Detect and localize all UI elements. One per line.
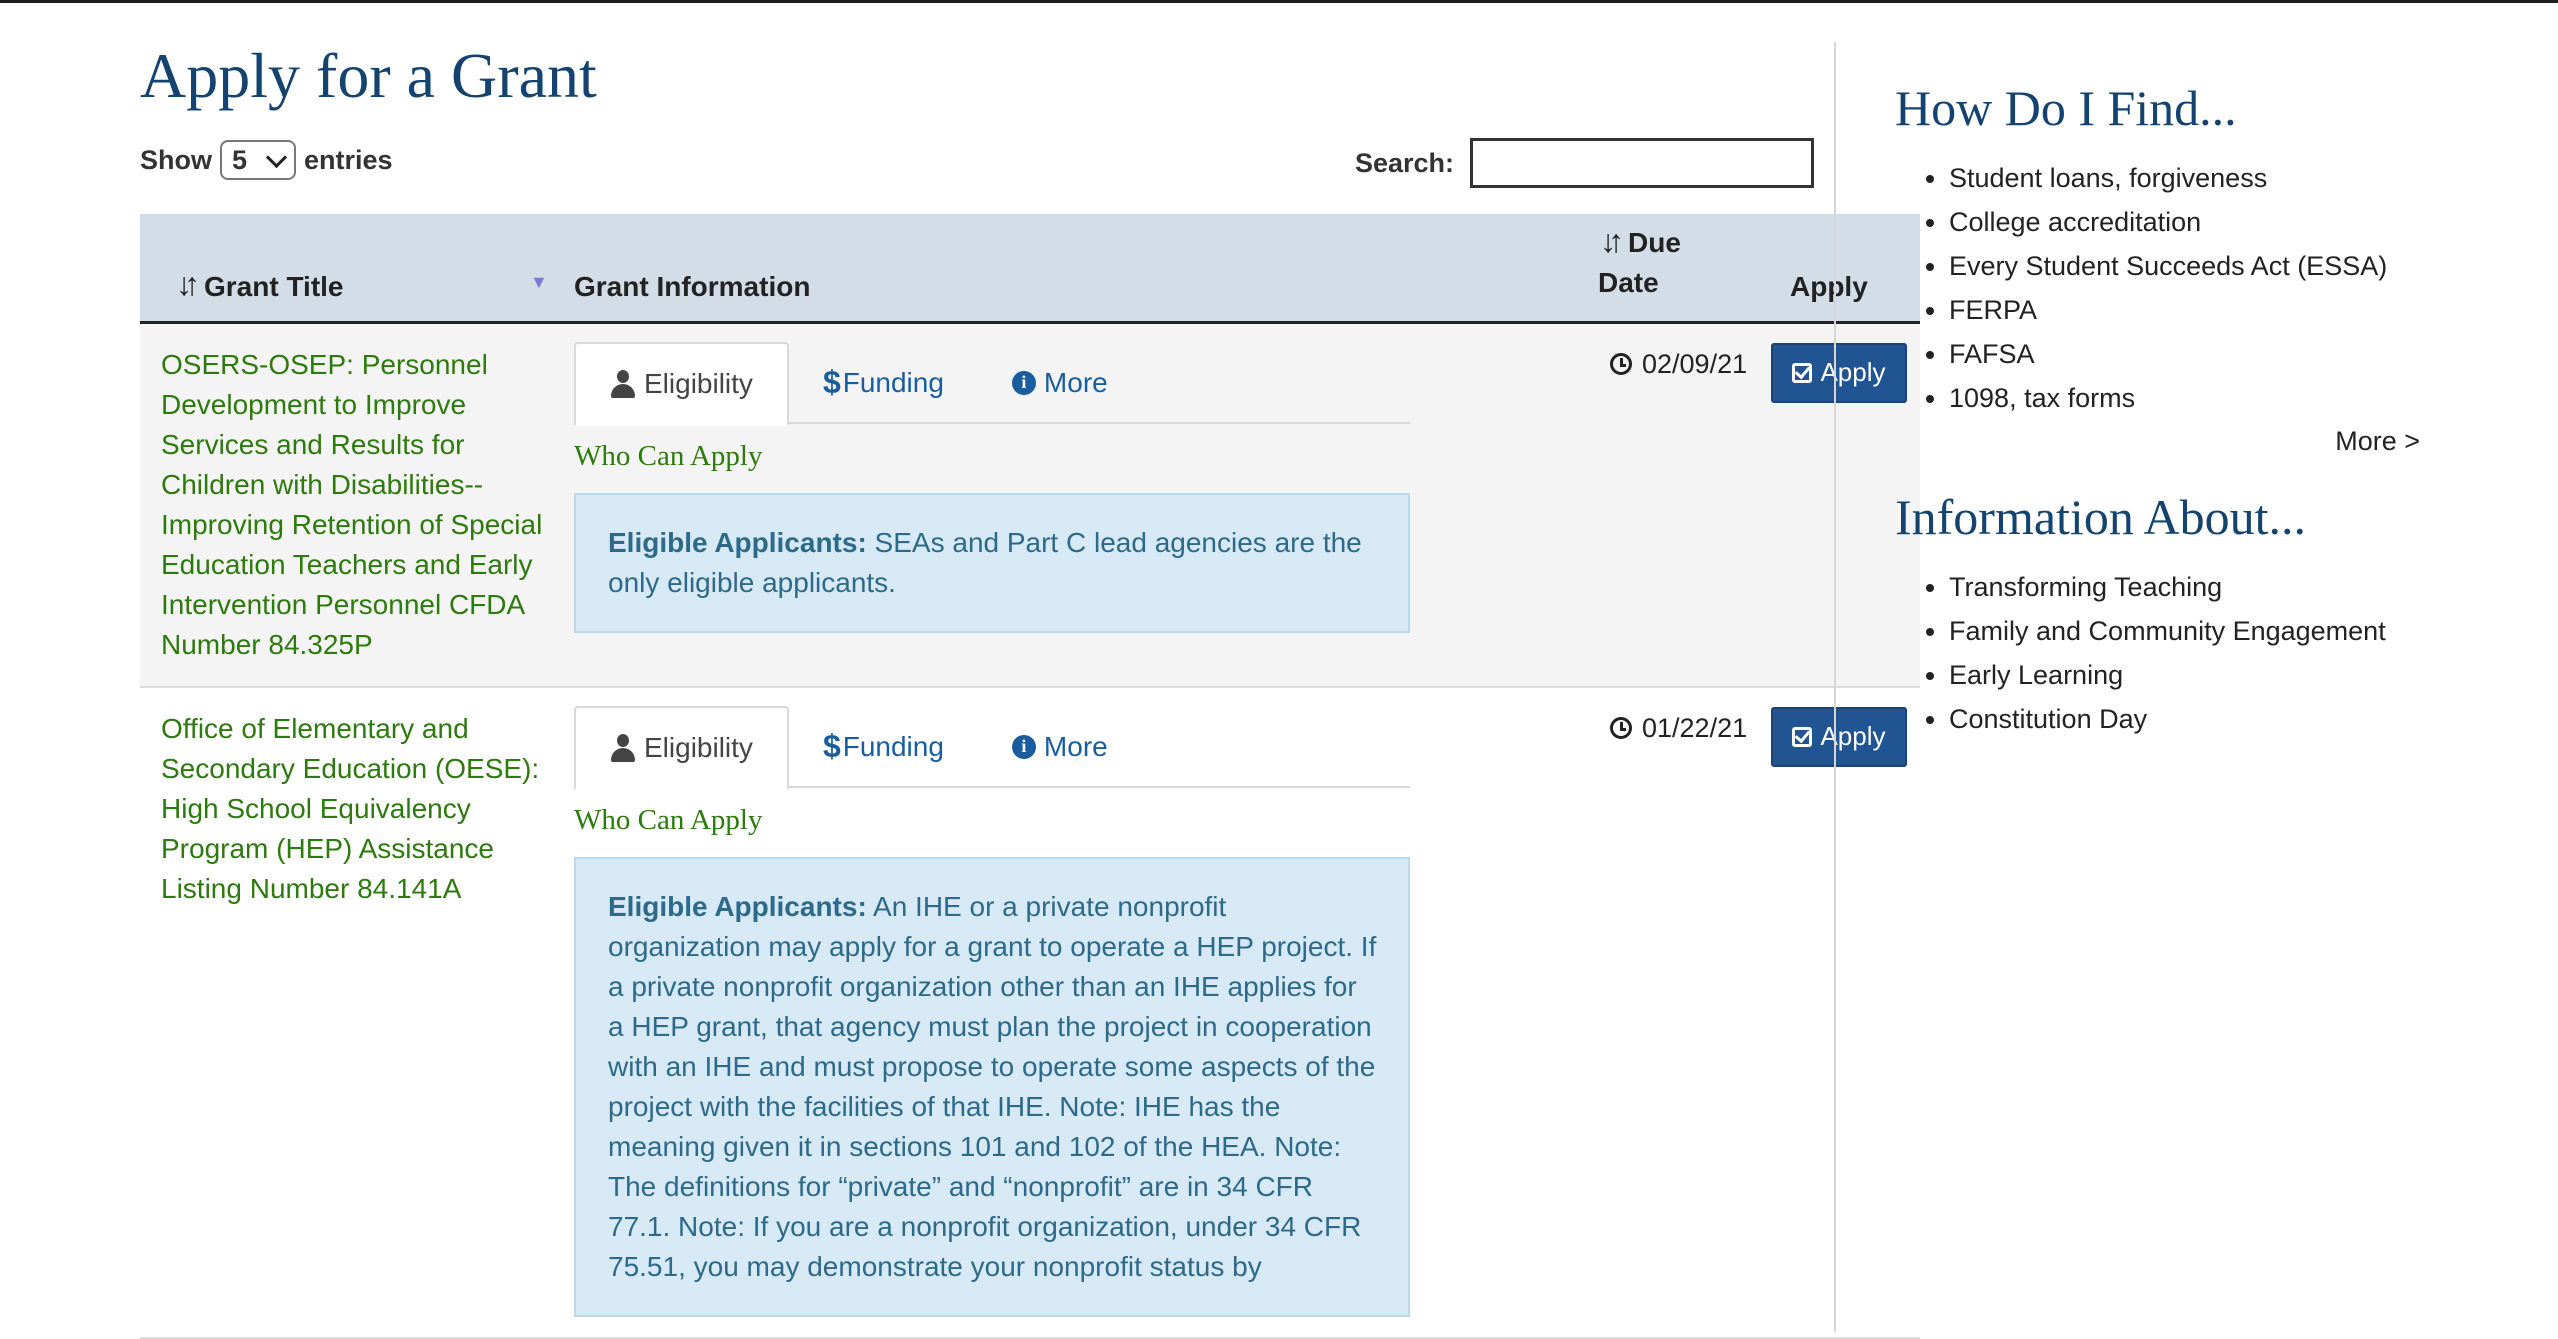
sort-icon: ↓↑ (1600, 222, 1624, 259)
tab-eligibility-label: Eligibility (644, 731, 753, 763)
main-content: Apply for a Grant Show 5 entries Search:… (140, 38, 1920, 1339)
entries-label: entries (304, 144, 393, 175)
find-list: Student loans, forgiveness College accre… (1895, 156, 2435, 420)
sidebar: How Do I Find... Student loans, forgiven… (1895, 78, 2435, 741)
column-header-apply-label: Apply (1790, 270, 1868, 302)
column-header-grant-information: Grant Information (560, 214, 1570, 324)
column-divider (1834, 42, 1836, 1332)
grants-table: ↓↑ Grant Title ▼ Grant Information ↓↑ Du… (140, 214, 1920, 1339)
clock-icon (1610, 353, 1632, 375)
column-header-grant-information-label: Grant Information (574, 270, 811, 302)
due-date: 01/22/21 (1610, 689, 1769, 744)
due-date-value: 01/22/21 (1642, 712, 1748, 743)
apply-button[interactable]: Apply (1771, 706, 1907, 767)
about-list: Transforming Teaching Family and Communi… (1895, 565, 2435, 741)
about-item[interactable]: Early Learning (1949, 653, 2435, 697)
sort-icon: ↓↑ (176, 265, 200, 302)
dollar-icon: $ (822, 364, 841, 400)
tab-more[interactable]: i More (978, 342, 1142, 424)
who-can-apply-heading: Who Can Apply (574, 803, 763, 836)
find-heading: How Do I Find... (1895, 80, 2237, 136)
due-date-value: 02/09/21 (1642, 348, 1748, 379)
table-row: Office of Elementary and Secondary Educa… (140, 686, 1920, 1338)
about-item[interactable]: Constitution Day (1949, 697, 2435, 741)
search-label: Search: (1354, 147, 1454, 178)
who-can-apply-heading: Who Can Apply (574, 439, 763, 472)
tab-eligibility-label: Eligibility (644, 367, 753, 399)
entries-select[interactable]: 5 (220, 140, 296, 180)
tab-more[interactable]: i More (978, 706, 1142, 788)
table-header-row: ↓↑ Grant Title ▼ Grant Information ↓↑ Du… (140, 214, 1920, 324)
more-link[interactable]: More > (1895, 426, 2420, 457)
find-item[interactable]: Every Student Succeeds Act (ESSA) (1949, 244, 2435, 288)
find-item[interactable]: 1098, tax forms (1949, 376, 2435, 420)
search-control: Search: (1355, 138, 1814, 188)
info-icon: i (1011, 734, 1036, 759)
table-controls: Show 5 entries Search: (140, 128, 1814, 214)
tab-funding-label: Funding (842, 366, 944, 398)
due-date: 02/09/21 (1610, 325, 1769, 380)
entries-control: Show 5 entries (140, 140, 393, 180)
dollar-icon: $ (822, 728, 841, 764)
grant-title-link[interactable]: Office of Elementary and Secondary Educa… (141, 689, 559, 929)
info-icon: i (1011, 370, 1036, 395)
page-title: Apply for a Grant (140, 40, 597, 111)
about-item[interactable]: Transforming Teaching (1949, 565, 2435, 609)
check-square-icon (1792, 362, 1813, 383)
about-item[interactable]: Family and Community Engagement (1949, 609, 2435, 653)
clock-icon (1610, 717, 1632, 739)
check-square-icon (1792, 726, 1813, 747)
column-header-grant-title[interactable]: ↓↑ Grant Title ▼ (140, 214, 560, 324)
tab-funding[interactable]: $ Funding (789, 706, 978, 788)
grant-info-tabs: Eligibility $ Funding i More (574, 341, 1410, 426)
eligibility-box: Eligible Applicants: An IHE or a private… (574, 856, 1410, 1317)
tab-funding[interactable]: $ Funding (789, 342, 978, 424)
entries-select-value: 5 (232, 144, 248, 175)
column-header-due-date-line2: Date (1598, 266, 1659, 298)
apply-button-label: Apply (1820, 357, 1886, 387)
user-icon (610, 733, 636, 762)
column-header-due-date[interactable]: ↓↑ Due Date (1570, 214, 1770, 324)
find-item[interactable]: Student loans, forgiveness (1949, 156, 2435, 200)
column-header-due-date-line1: Due (1628, 226, 1681, 258)
tab-funding-label: Funding (842, 730, 944, 762)
show-label: Show (140, 144, 212, 175)
eligible-applicants-label: Eligible Applicants: (608, 526, 867, 558)
chevron-down-icon (265, 146, 288, 168)
grant-info-tabs: Eligibility $ Funding i More (574, 705, 1410, 790)
user-icon (610, 369, 636, 398)
eligibility-box: Eligible Applicants: SEAs and Part C lea… (574, 492, 1410, 633)
tab-eligibility[interactable]: Eligibility (574, 705, 789, 790)
tab-more-label: More (1043, 366, 1108, 398)
find-item[interactable]: FERPA (1949, 288, 2435, 332)
apply-button-label: Apply (1820, 721, 1886, 751)
about-heading: Information About... (1895, 489, 2307, 545)
tab-more-label: More (1043, 730, 1108, 762)
find-item[interactable]: FAFSA (1949, 332, 2435, 376)
tab-eligibility[interactable]: Eligibility (574, 341, 789, 426)
apply-button[interactable]: Apply (1771, 342, 1907, 403)
table-row: OSERS-OSEP: Personnel Development to Imp… (140, 322, 1920, 687)
about-section: Information About... Transforming Teachi… (1895, 487, 2435, 741)
find-item[interactable]: College accreditation (1949, 200, 2435, 244)
eligible-applicants-text: An IHE or a private nonprofit organizati… (608, 890, 1377, 1282)
top-border (0, 0, 2558, 3)
grant-title-link[interactable]: OSERS-OSEP: Personnel Development to Imp… (141, 325, 559, 685)
column-header-grant-title-label: Grant Title (204, 270, 344, 302)
sort-descending-icon: ▼ (530, 272, 548, 292)
search-input[interactable] (1470, 138, 1814, 188)
eligible-applicants-label: Eligible Applicants: (608, 890, 867, 922)
